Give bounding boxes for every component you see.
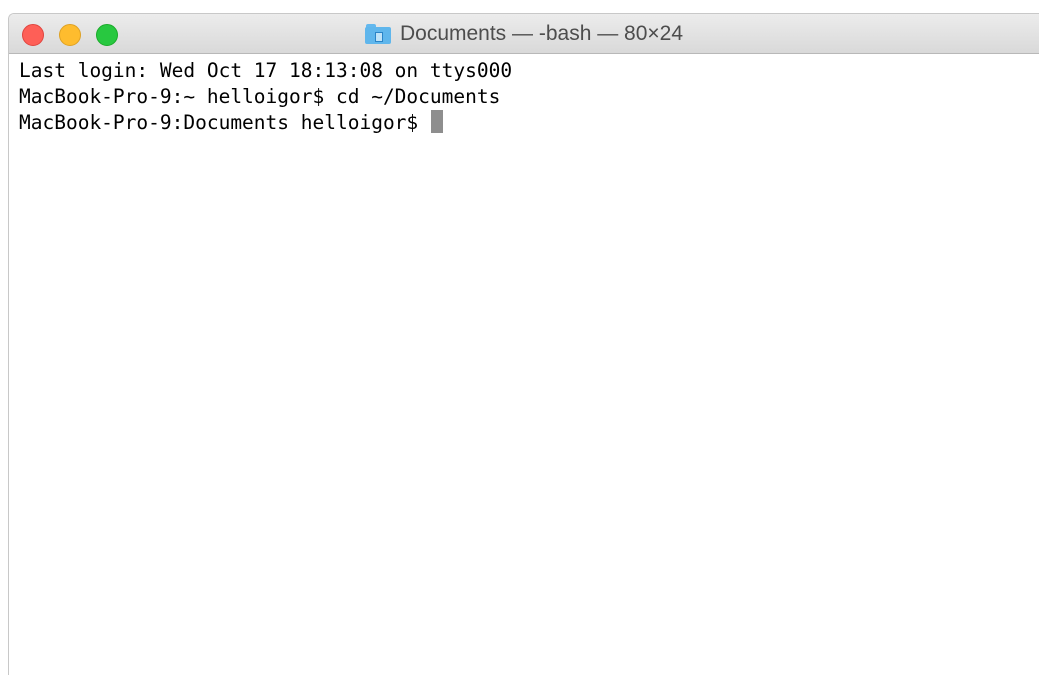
terminal-line: MacBook-Pro-9:~ helloigor$ cd ~/Document… [19,85,501,108]
terminal-window: Documents — -bash — 80×24 Last login: We… [8,13,1039,675]
terminal-line: Last login: Wed Oct 17 18:13:08 on ttys0… [19,59,513,82]
terminal-prompt-line: MacBook-Pro-9:Documents helloigor$ [19,110,1039,136]
window-title-text: Documents — -bash — 80×24 [399,22,684,45]
window-title: Documents — -bash — 80×24 [9,14,1039,54]
terminal-prompt: MacBook-Pro-9:Documents helloigor$ [19,111,430,134]
folder-icon [364,24,391,44]
title-bar[interactable]: Documents — -bash — 80×24 [9,14,1039,54]
terminal-content[interactable]: Last login: Wed Oct 17 18:13:08 on ttys0… [9,54,1039,675]
terminal-cursor [430,110,443,133]
